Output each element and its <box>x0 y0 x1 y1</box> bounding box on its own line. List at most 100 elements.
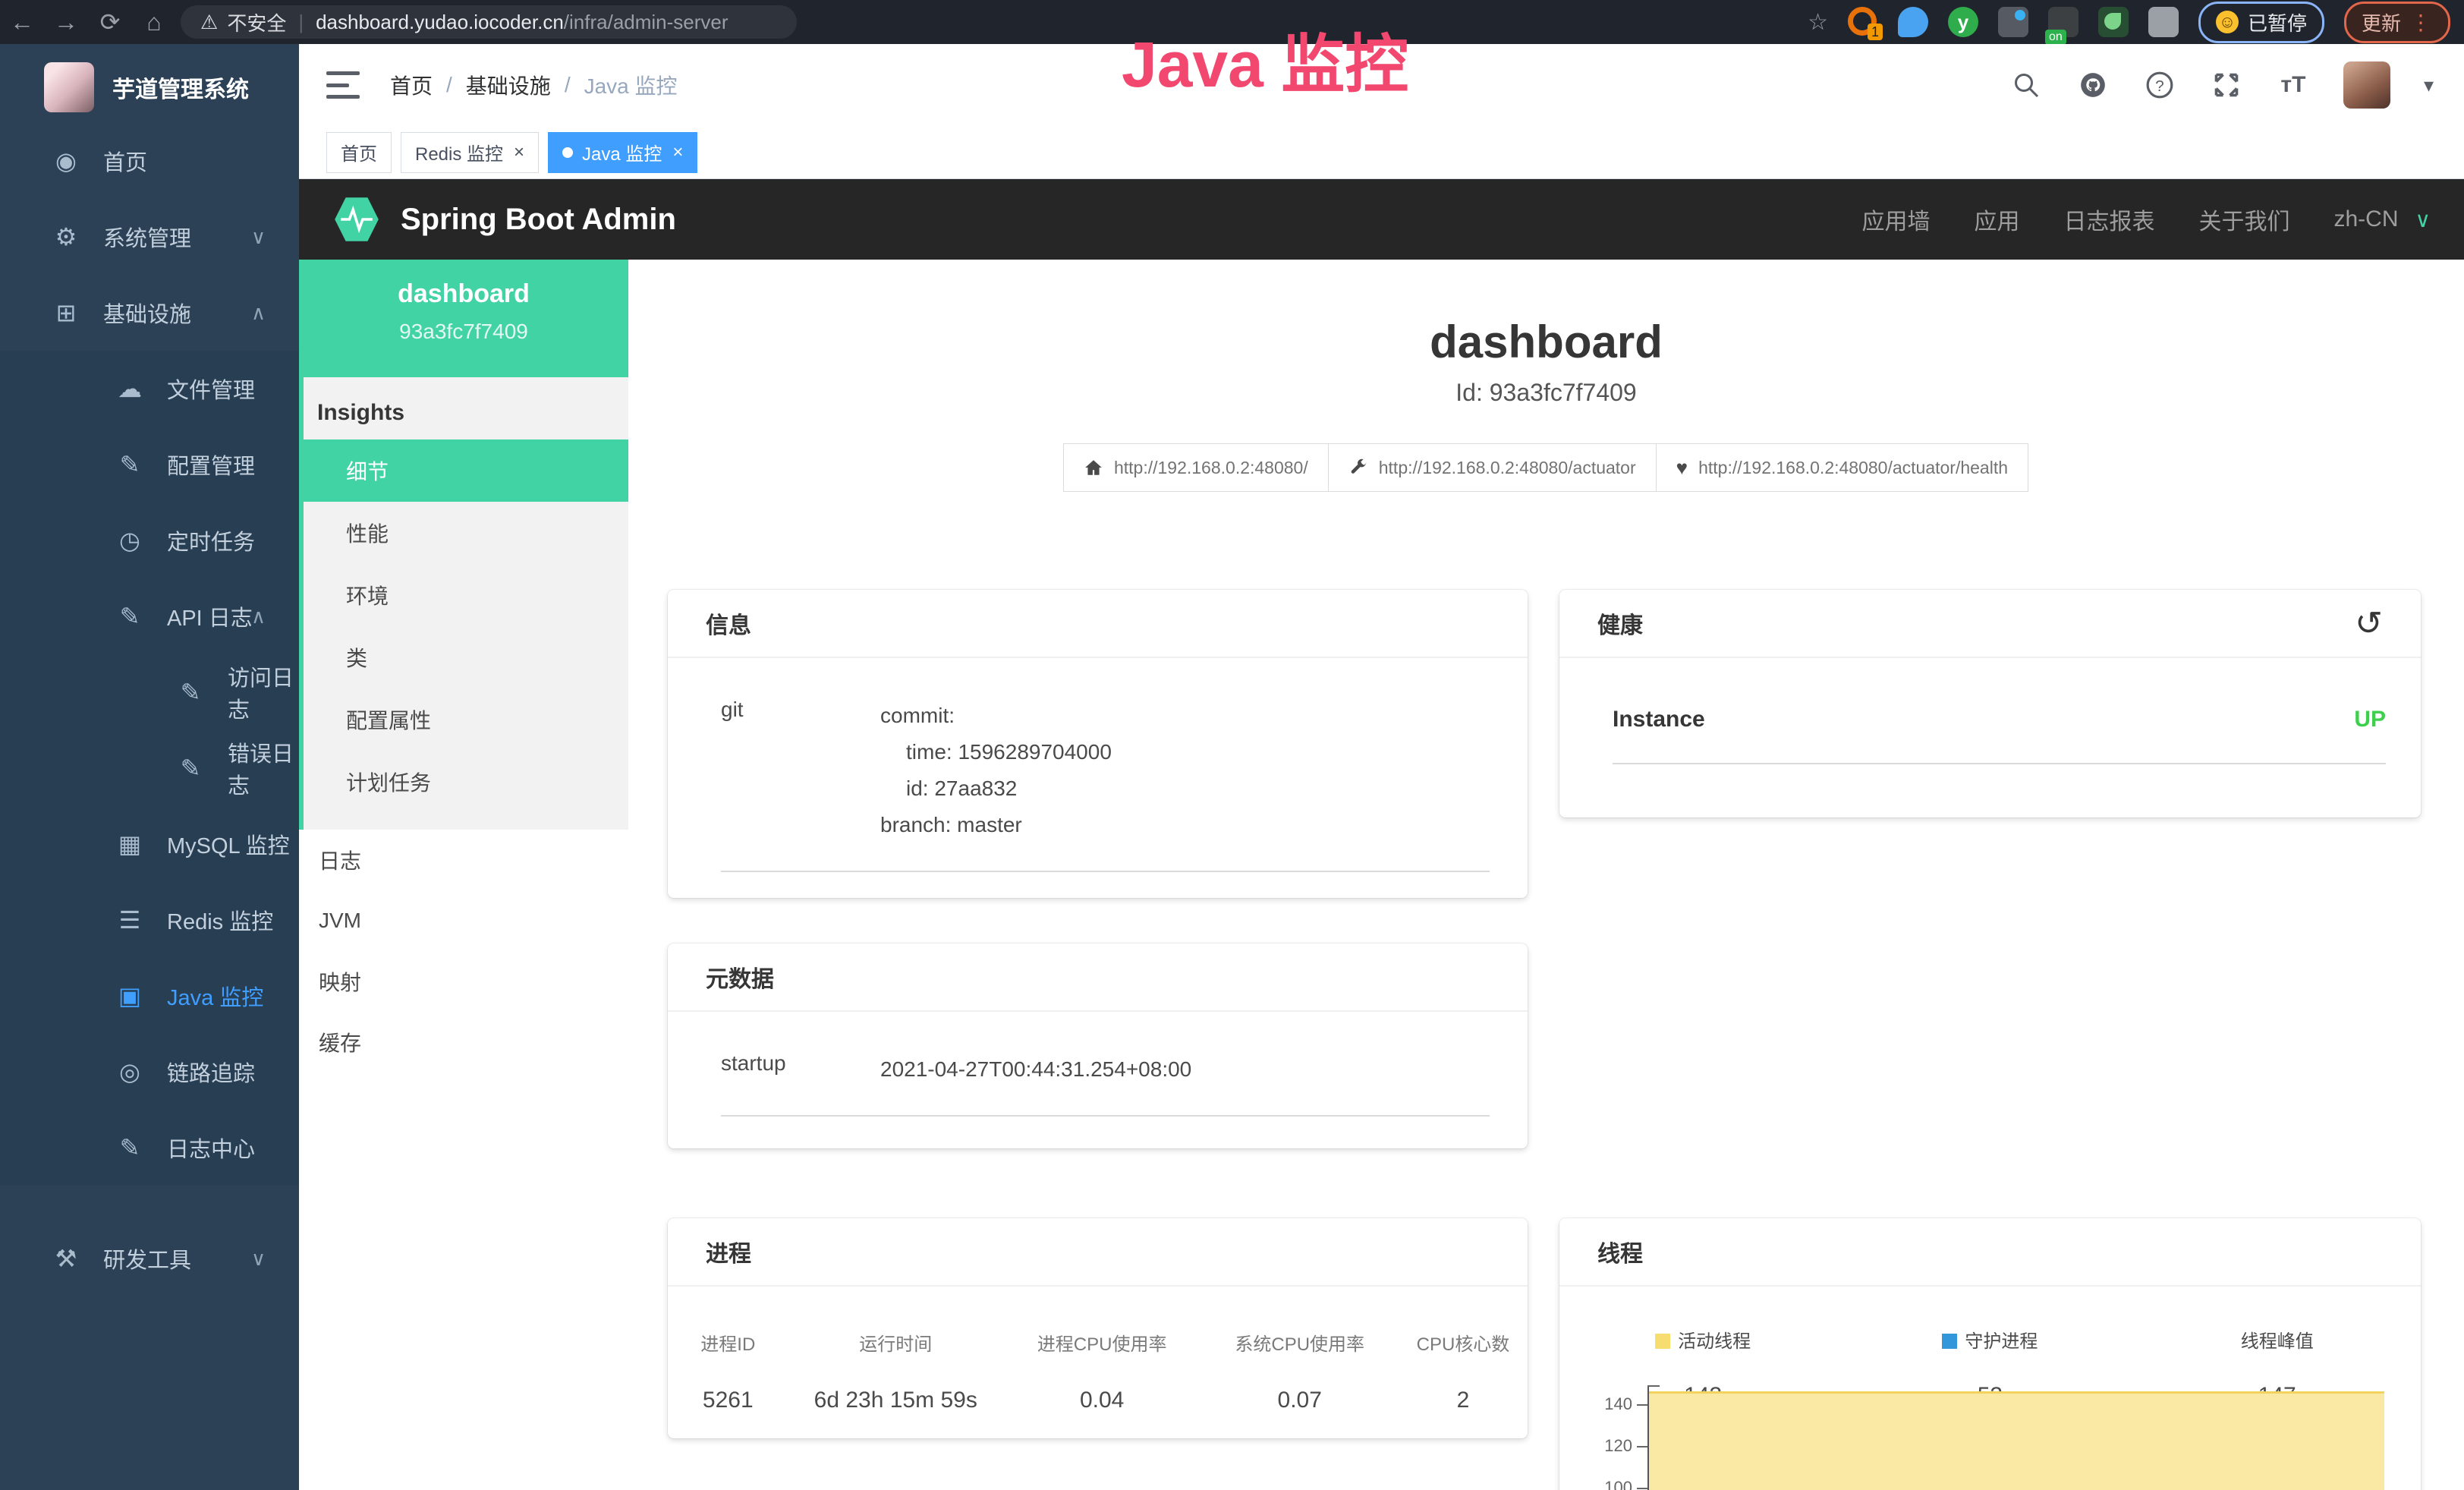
daemon-threads-swatch-icon <box>1942 1334 1957 1349</box>
history-icon[interactable]: ↺ <box>2355 604 2383 643</box>
sidebar-item-apilog[interactable]: ✎ API 日志 ∧ <box>0 578 299 654</box>
sba-item-configprops[interactable]: 配置属性 <box>299 688 628 751</box>
sba-nav-wallboard[interactable]: 应用墙 <box>1861 203 1930 236</box>
close-icon[interactable]: × <box>672 142 683 163</box>
threads-card-title: 线程 <box>1559 1218 2421 1287</box>
ytick-140: 140 <box>1585 1394 1632 1414</box>
extension-pin-icon[interactable] <box>1898 7 1928 37</box>
font-size-icon[interactable]: тT <box>2277 68 2310 102</box>
sidebar-item-label: 首页 <box>103 145 147 177</box>
sidebar-item-label: 基础设施 <box>103 297 191 329</box>
sba-nav-journal[interactable]: 日志报表 <box>2063 203 2154 236</box>
app-logo[interactable]: 芋道管理系统 <box>0 44 299 123</box>
health-card-title: 健康 <box>1597 606 1643 640</box>
sba-item-caches[interactable]: 缓存 <box>299 1012 628 1073</box>
sidebar-item-job[interactable]: ◷ 定时任务 <box>0 502 299 578</box>
sba-section-label: Insights <box>299 377 628 439</box>
sidebar-item-logcenter[interactable]: ✎ 日志中心 <box>0 1110 299 1186</box>
reload-icon[interactable]: ⟳ <box>88 8 132 36</box>
chevron-up-icon: ∧ <box>251 301 266 325</box>
val-cpus: 2 <box>1399 1388 1528 1413</box>
sba-brand[interactable]: Spring Boot Admin <box>401 203 676 237</box>
endpoint-service-url[interactable]: http://192.168.0.2:48080/ <box>1063 443 1329 492</box>
extension-leaf-icon[interactable] <box>2098 7 2129 37</box>
legend-label: 守护进程 <box>1965 1331 2038 1352</box>
breadcrumb-infra[interactable]: 基础设施 <box>466 70 551 100</box>
sidebar-item-java[interactable]: ▣ Java 监控 <box>0 958 299 1034</box>
sba-locale-select[interactable]: zh-CN <box>2333 206 2398 232</box>
sidebar-item-redis[interactable]: ☰ Redis 监控 <box>0 882 299 958</box>
spring-boot-admin-logo-icon <box>332 195 381 244</box>
update-button[interactable]: 更新 ⋮ <box>2344 2 2450 43</box>
sidebar-item-accesslog[interactable]: ✎ 访问日志 <box>0 654 299 730</box>
sidebar-item-mysql[interactable]: ▦ MySQL 监控 <box>0 806 299 882</box>
sba-nav-applications[interactable]: 应用 <box>1974 203 2019 236</box>
sidebar-item-config[interactable]: ✎ 配置管理 <box>0 427 299 502</box>
eye-icon: ◎ <box>112 1057 147 1086</box>
extensions-puzzle-icon[interactable] <box>2148 7 2179 37</box>
sba-item-metrics[interactable]: 性能 <box>299 502 628 564</box>
extension-grid-icon[interactable] <box>1998 7 2028 37</box>
chevron-up-icon: ∧ <box>251 605 266 628</box>
close-icon[interactable]: × <box>514 142 524 163</box>
sidebar-item-system[interactable]: ⚙ 系统管理 ∨ <box>0 199 299 275</box>
forward-icon[interactable]: → <box>44 8 88 36</box>
sidebar-item-label: MySQL 监控 <box>167 828 290 860</box>
gear-icon: ⚙ <box>49 222 83 251</box>
avatar[interactable] <box>2343 61 2390 109</box>
home-icon[interactable]: ⌂ <box>132 8 176 36</box>
admin-sidebar: 芋道管理系统 ◉ 首页 ⚙ 系统管理 ∨ ⊞ 基础设施 ∧ ☁ 文件管理 ✎ 配… <box>0 44 299 1490</box>
tab-label: 首页 <box>341 139 377 165</box>
back-icon[interactable]: ← <box>0 8 44 36</box>
paused-badge[interactable]: ☺ 已暂停 <box>2198 2 2324 43</box>
endpoint-health-url[interactable]: ♥ http://192.168.0.2:48080/actuator/heal… <box>1656 443 2028 492</box>
val-pid: 5261 <box>668 1388 788 1413</box>
caret-down-icon[interactable]: ▾ <box>2424 74 2434 97</box>
sba-item-logging[interactable]: 日志 <box>299 830 628 890</box>
breadcrumb-home[interactable]: 首页 <box>390 70 433 100</box>
sidebar-item-home[interactable]: ◉ 首页 <box>0 123 299 199</box>
sidebar-item-devtools[interactable]: ⚒ 研发工具 ∨ <box>0 1221 299 1296</box>
git-commit-line: commit: <box>880 698 1112 734</box>
bookmark-star-icon[interactable]: ☆ <box>1808 9 1828 36</box>
address-bar[interactable]: ⚠ 不安全 | dashboard.yudao.iocoder.cn/infra… <box>181 5 797 39</box>
not-secure-label[interactable]: 不安全 <box>227 8 286 36</box>
sidebar-item-label: 系统管理 <box>103 221 191 253</box>
sba-app-header[interactable]: dashboard 93a3fc7f7409 <box>299 260 628 377</box>
address-separator: | <box>298 11 304 34</box>
sba-item-env[interactable]: 环境 <box>299 564 628 626</box>
endpoint-actuator-url[interactable]: http://192.168.0.2:48080/actuator <box>1328 443 1657 492</box>
svg-text:?: ? <box>2155 77 2163 95</box>
info-card-title: 信息 <box>668 590 1528 658</box>
tab-label: Java 监控 <box>582 139 662 165</box>
sba-item-classes[interactable]: 类 <box>299 626 628 688</box>
git-time-line: time: 1596289704000 <box>880 734 1112 770</box>
info-card: 信息 git commit: time: 1596289704000 id: 2… <box>668 590 1528 898</box>
sba-nav-about[interactable]: 关于我们 <box>2198 203 2289 236</box>
sba-item-details[interactable]: 细节 <box>299 439 628 502</box>
extension-green-circle-icon[interactable]: y <box>1948 7 1978 37</box>
tab-java[interactable]: Java 监控 × <box>548 132 697 173</box>
extension-orange-icon[interactable]: 1 <box>1848 7 1878 37</box>
sba-item-mappings[interactable]: 映射 <box>299 951 628 1012</box>
sidebar-item-infra[interactable]: ⊞ 基础设施 ∧ <box>0 275 299 351</box>
search-icon[interactable] <box>2009 68 2043 102</box>
sidebar-item-errorlog[interactable]: ✎ 错误日志 <box>0 730 299 806</box>
sba-header: Spring Boot Admin 应用墙 应用 日志报表 关于我们 zh-CN… <box>299 179 2464 260</box>
github-icon[interactable] <box>2076 68 2110 102</box>
log-edit-icon: ✎ <box>173 754 208 783</box>
sidebar-item-trace[interactable]: ◎ 链路追踪 <box>0 1034 299 1110</box>
help-icon[interactable]: ? <box>2143 68 2176 102</box>
tab-redis[interactable]: Redis 监控 × <box>401 132 539 173</box>
browser-menu-dots-icon[interactable]: ⋮ <box>2410 10 2433 35</box>
hamburger-icon[interactable] <box>326 71 360 99</box>
on-badge: on <box>2045 30 2066 45</box>
extension-dark-icon[interactable]: on <box>2048 7 2079 37</box>
locale-chevron-down-icon[interactable]: ∨ <box>2415 207 2431 232</box>
sba-item-jvm[interactable]: JVM <box>299 890 628 951</box>
sba-item-scheduled[interactable]: 计划任务 <box>299 751 628 813</box>
info-value: commit: time: 1596289704000 id: 27aa832 … <box>880 698 1112 843</box>
fullscreen-icon[interactable] <box>2210 68 2243 102</box>
sidebar-item-file[interactable]: ☁ 文件管理 <box>0 351 299 427</box>
tab-home[interactable]: 首页 <box>326 132 392 173</box>
